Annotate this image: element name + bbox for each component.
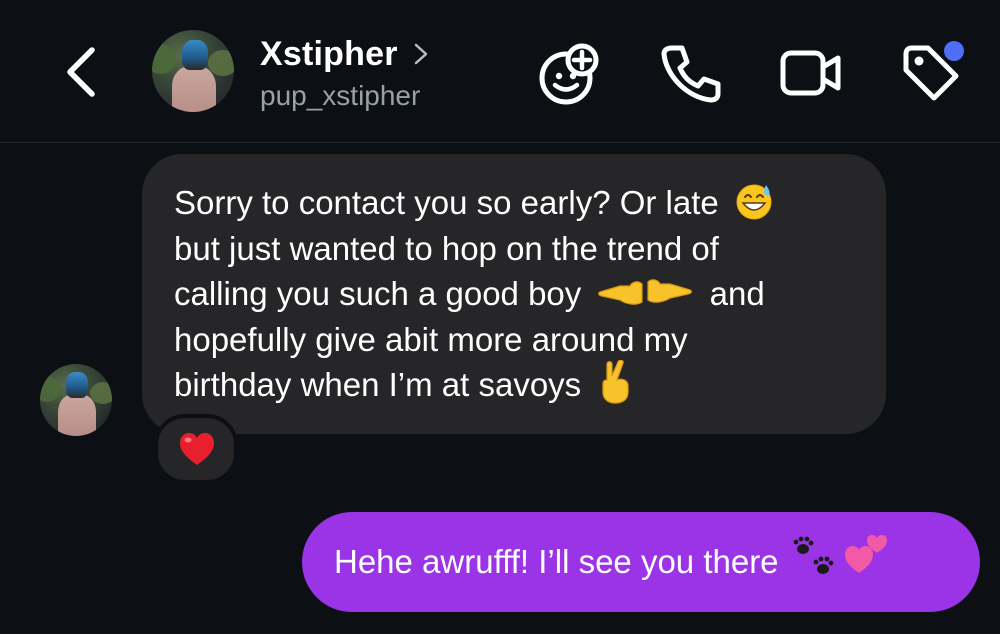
paw-prints-icon xyxy=(793,536,833,574)
message-line: hopefully give abit more around my xyxy=(174,320,688,358)
outgoing-message-bubble[interactable]: Hehe awrufff! I’ll see you there xyxy=(302,512,980,612)
chevron-left-icon xyxy=(67,47,95,97)
message-line: calling you such a good boy and xyxy=(174,271,854,317)
outgoing-message-text: Hehe awrufff! I’ll see you there xyxy=(334,543,779,580)
video-call-button[interactable] xyxy=(778,40,844,106)
grinning-face-with-sweat-icon xyxy=(736,184,772,220)
message-line: but just wanted to hop on the trend of xyxy=(174,229,719,267)
crossed-fingers-icon xyxy=(602,359,629,404)
sender-avatar[interactable] xyxy=(40,364,112,436)
contact-username: pup_xstipher xyxy=(260,80,421,111)
audio-call-button[interactable] xyxy=(658,40,724,106)
message-line: Sorry to contact you so early? Or late xyxy=(174,180,854,226)
message-line: birthday when I’m at savoys xyxy=(174,359,854,409)
incoming-message-bubble[interactable]: Sorry to contact you so early? Or late b… xyxy=(142,154,886,434)
effects-icon xyxy=(539,43,599,105)
contact-name-link[interactable]: Xstipher xyxy=(260,30,430,78)
two-hearts-icon xyxy=(844,535,887,573)
phone-icon xyxy=(661,45,721,103)
chat-header: Xstipher pup_xstipher xyxy=(0,0,1000,143)
video-camera-icon xyxy=(780,50,841,96)
back-button[interactable] xyxy=(60,42,104,102)
contact-avatar[interactable] xyxy=(152,30,234,112)
heart-reaction[interactable] xyxy=(154,414,238,484)
contact-name: Xstipher xyxy=(260,34,398,73)
pointing-hands-icon xyxy=(598,279,693,306)
effects-button[interactable] xyxy=(536,40,602,106)
chevron-right-icon xyxy=(414,43,427,65)
notification-dot xyxy=(944,41,964,61)
red-heart-icon xyxy=(180,433,214,465)
